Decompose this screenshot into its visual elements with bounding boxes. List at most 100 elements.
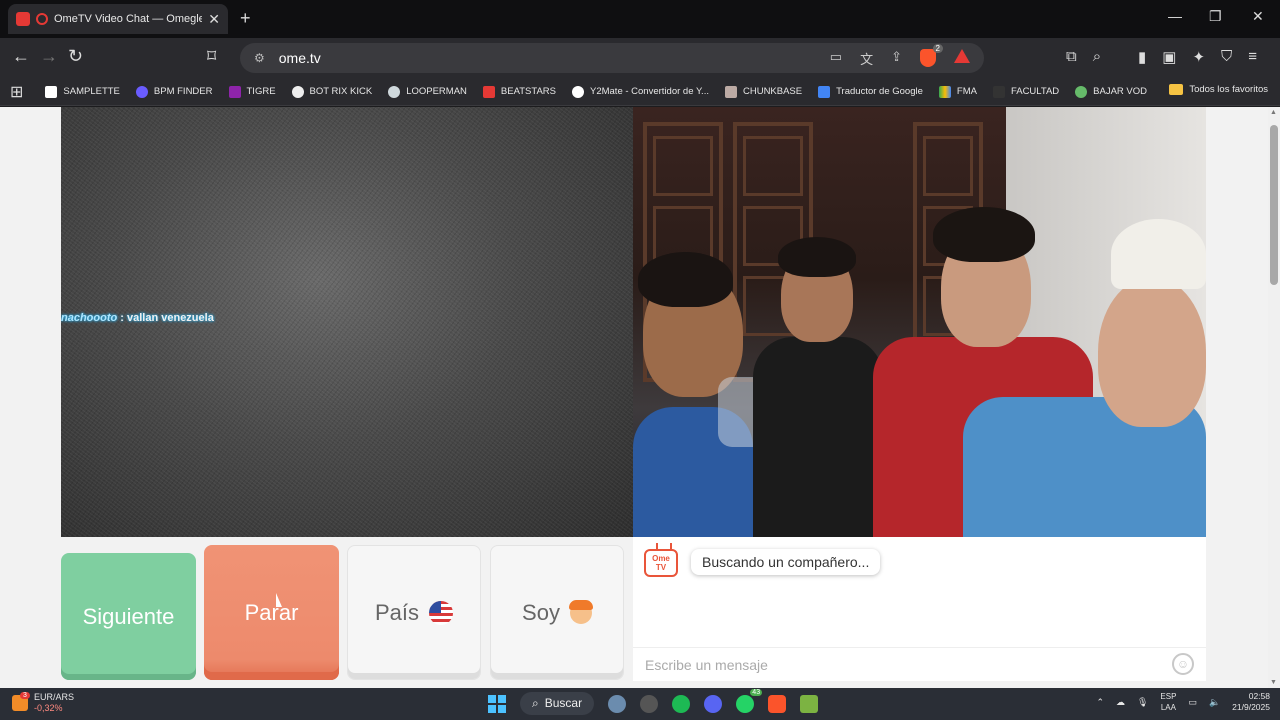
- boy-face-icon: [568, 599, 593, 624]
- bookmark-bajar-vod[interactable]: BAJAR VOD: [1075, 85, 1147, 98]
- scroll-thumb[interactable]: [1270, 125, 1278, 285]
- menu-icon[interactable]: ≡: [1248, 48, 1257, 66]
- leo-ai-icon[interactable]: ✦: [1192, 48, 1205, 66]
- tray-chevron-icon[interactable]: ⌃: [1096, 697, 1104, 708]
- forward-icon[interactable]: →: [40, 46, 58, 67]
- gender-button[interactable]: Soy: [490, 545, 624, 680]
- page-scrollbar[interactable]: ▲ ▼: [1268, 107, 1280, 688]
- bookmark-looperman[interactable]: LOOPERMAN: [388, 85, 467, 98]
- minecraft-icon[interactable]: [800, 694, 819, 713]
- emoji-icon[interactable]: ☺: [1172, 653, 1194, 675]
- windows-start-icon[interactable]: [488, 694, 506, 713]
- next-button-label: Siguiente: [82, 603, 175, 629]
- clock[interactable]: 02:58 21/9/2025: [1232, 691, 1270, 713]
- google-drive-icon: [938, 85, 951, 98]
- microphone-icon[interactable]: 🎙: [1137, 697, 1148, 708]
- share-icon[interactable]: ⇪: [891, 49, 902, 68]
- stock-change: -0,32%: [34, 703, 63, 713]
- tigre-icon: [228, 85, 241, 98]
- bookmark-bpm-finder[interactable]: BPM FINDER: [135, 85, 213, 98]
- folder-icon: [1169, 84, 1184, 95]
- y2mate-icon: [571, 85, 584, 98]
- bookmark-y2mate[interactable]: Y2Mate - Convertidor de Y...: [571, 85, 709, 98]
- volume-icon[interactable]: 🔈: [1209, 697, 1220, 708]
- minimize-icon[interactable]: —: [1168, 8, 1182, 24]
- scroll-up-icon[interactable]: ▲: [1270, 109, 1277, 116]
- spotify-icon[interactable]: [672, 694, 691, 713]
- bookmark-bot-rix-kick[interactable]: BOT RIX KICK: [291, 85, 372, 98]
- tab-search-icon[interactable]: ⌕: [1093, 48, 1101, 65]
- own-camera-video: nachoooto : vallan venezuela: [61, 107, 633, 537]
- partner-video: [633, 107, 1206, 537]
- bookmark-samplette[interactable]: SAMPLETTE: [45, 85, 120, 98]
- system-tray: ⌃ ☁ 🎙 ESP LAA ▭ 🔈 02:58 21/9/2025: [1096, 691, 1270, 713]
- settings-gear-icon[interactable]: [608, 694, 627, 713]
- close-window-icon[interactable]: ✕: [1252, 8, 1264, 25]
- bookmark-beatstars[interactable]: BEATSTARS: [482, 85, 556, 98]
- person-3-hair: [933, 207, 1035, 262]
- reload-icon[interactable]: ↻: [68, 46, 83, 67]
- tab-bar: OmeTV Video Chat — Omegle Random ✕ + — ❐…: [0, 0, 1280, 38]
- country-button[interactable]: País: [347, 545, 481, 680]
- next-button[interactable]: Siguiente: [61, 553, 196, 680]
- us-flag-icon: [429, 600, 454, 625]
- sidebar-icon[interactable]: ▮: [1138, 48, 1146, 66]
- ometv-logo-icon: Ome TV: [644, 549, 678, 577]
- logo-text-tv: TV: [655, 563, 667, 572]
- bpm-finder-icon: [135, 85, 148, 98]
- whatsapp-badge: 43: [750, 688, 763, 696]
- browser-tab[interactable]: OmeTV Video Chat — Omegle Random ✕: [8, 4, 228, 34]
- status-message: Buscando un compañero...: [691, 549, 881, 575]
- site-info-icon[interactable]: ⚙: [254, 51, 265, 65]
- new-tab-icon[interactable]: +: [240, 8, 251, 29]
- display-icon[interactable]: ▭: [1188, 697, 1197, 708]
- brave-shields-icon[interactable]: 2: [920, 43, 943, 67]
- close-tab-icon[interactable]: ✕: [208, 11, 220, 28]
- cloud-icon[interactable]: ☁: [1116, 697, 1125, 708]
- bookmark-tigre[interactable]: TIGRE: [228, 85, 276, 98]
- restore-icon[interactable]: ❐: [1209, 8, 1222, 25]
- back-icon[interactable]: ←: [12, 46, 30, 67]
- taskbar-search[interactable]: ⌕ Buscar: [520, 692, 595, 715]
- message-input[interactable]: Escribe un mensaje ☺: [633, 647, 1206, 681]
- shields-badge: 2: [932, 43, 943, 53]
- vpn-icon[interactable]: ⛉: [1221, 48, 1232, 66]
- bookmark-google-translate[interactable]: Traductor de Google: [818, 85, 923, 98]
- person-2-hair: [778, 237, 856, 277]
- all-favorites[interactable]: Todos los favoritos: [1169, 84, 1268, 95]
- brave-browser-icon[interactable]: [768, 694, 787, 713]
- clock-time: 02:58: [1248, 691, 1270, 701]
- address-bar[interactable]: ⚙ ome.tv ▭ 文 ⇪ 2: [240, 43, 984, 73]
- bookmark-facultad[interactable]: FACULTAD: [992, 85, 1059, 98]
- wallet-icon[interactable]: ▣: [1162, 48, 1176, 66]
- google-translate-icon: [818, 85, 831, 98]
- brave-rewards-icon[interactable]: [954, 48, 970, 63]
- logo-text-ome: Ome: [652, 554, 670, 563]
- translate-icon[interactable]: 文: [860, 49, 873, 68]
- bookmark-fma[interactable]: FMA: [938, 85, 977, 98]
- cast-icon[interactable]: ▭: [830, 49, 842, 68]
- scroll-down-icon[interactable]: ▼: [1270, 679, 1277, 686]
- recording-icon: [36, 13, 48, 25]
- bookmarks-bar: ⊞ SAMPLETTE BPM FINDER TIGRE BOT RIX KIC…: [0, 78, 1280, 106]
- apps-grid-icon[interactable]: ⊞: [10, 82, 23, 102]
- language-indicator[interactable]: ESP LAA: [1160, 691, 1176, 713]
- ometv-page: nachoooto : vallan venezuela Siguiente P…: [0, 107, 1268, 688]
- stock-widget[interactable]: 3 EUR/ARS -0,32%: [12, 692, 74, 714]
- person-2-shirt: [753, 337, 883, 537]
- person-4-head: [1098, 277, 1206, 427]
- person-4-cap: [1111, 219, 1206, 289]
- search-icon: ⌕: [532, 696, 539, 710]
- whatsapp-icon[interactable]: 43: [736, 688, 763, 713]
- bot-rix-kick-icon: [291, 85, 304, 98]
- bookmark-chunkbase[interactable]: CHUNKBASE: [724, 85, 802, 98]
- extensions-icon[interactable]: ⧉: [1066, 48, 1077, 65]
- chat-panel: Ome TV Buscando un compañero... Escribe …: [633, 537, 1206, 681]
- tab-title: OmeTV Video Chat — Omegle Random: [54, 13, 203, 25]
- facultad-icon: [992, 85, 1005, 98]
- looperman-icon: [388, 85, 401, 98]
- stop-button[interactable]: Parar: [204, 545, 339, 680]
- obs-icon[interactable]: [640, 694, 659, 713]
- discord-icon[interactable]: [704, 694, 723, 713]
- bookmark-icon[interactable]: ⌑: [207, 46, 216, 67]
